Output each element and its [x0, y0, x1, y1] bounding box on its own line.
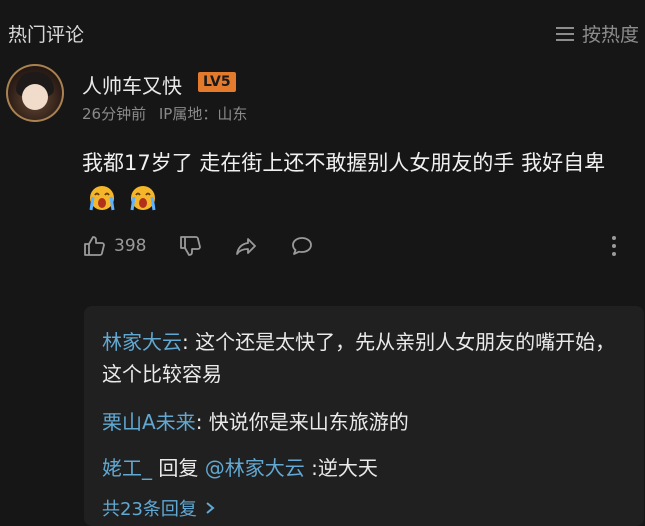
comment-body: 我都17岁了 走在街上还不敢握别人女朋友的手 我好自卑 — [82, 151, 606, 175]
thumbs-up-icon — [84, 236, 105, 256]
reply-item[interactable]: 林家大云: 这个还是太快了，先从亲别人女朋友的嘴开始，这个比较容易 — [102, 326, 622, 390]
reply-word: 回复 — [152, 456, 205, 480]
like-button[interactable]: 398 — [82, 234, 146, 258]
sort-label: 按热度 — [581, 24, 639, 46]
thumbs-down-icon — [180, 236, 202, 256]
comment-time: 26分钟前 — [82, 105, 147, 123]
level-badge: LV5 — [198, 72, 236, 92]
menu-icon — [555, 26, 574, 41]
reply-username[interactable]: 林家大云 — [102, 330, 182, 354]
more-options-icon[interactable] — [611, 234, 617, 258]
reply-item[interactable]: 栗山A未来: 快说你是来山东旅游的 — [102, 406, 622, 438]
dislike-button[interactable] — [178, 234, 202, 258]
reply-username[interactable]: 姥工_ — [102, 456, 152, 480]
chevron-right-icon — [206, 502, 215, 514]
reply-username[interactable]: 栗山A未来 — [102, 410, 196, 434]
share-button[interactable] — [234, 234, 258, 258]
more-replies-label: 共23条回复 — [102, 499, 197, 520]
sort-button[interactable]: 按热度 — [555, 20, 639, 47]
reply-text: 快说你是来山东旅游的 — [208, 410, 409, 434]
ip-location: IP属地：山东 — [158, 105, 248, 123]
comment-bubble-icon — [292, 237, 313, 255]
mention-link[interactable]: @林家大云 — [205, 456, 305, 480]
replies-box: 林家大云: 这个还是太快了，先从亲别人女朋友的嘴开始，这个比较容易 栗山A未来:… — [84, 306, 644, 526]
crying-emoji-icon — [130, 186, 156, 211]
comment-text: 我都17岁了 走在街上还不敢握别人女朋友的手 我好自卑 — [82, 146, 622, 214]
crying-emoji-icon — [89, 186, 115, 211]
comment-actions: 398 — [82, 230, 346, 262]
reply-button[interactable] — [290, 234, 314, 258]
reply-text: 逆大天 — [317, 456, 378, 480]
section-title: 热门评论 — [8, 24, 85, 46]
share-icon — [236, 238, 257, 255]
avatar[interactable] — [6, 64, 64, 122]
like-count: 398 — [114, 236, 147, 256]
comments-header: 热门评论 按热度 — [0, 0, 645, 60]
username[interactable]: 人帅车又快 — [82, 70, 182, 99]
reply-item[interactable]: 姥工_ 回复 @林家大云 :逆大天 — [102, 452, 622, 484]
comment-meta: 26分钟前 IP属地：山东 — [82, 103, 255, 124]
view-more-replies-button[interactable]: 共23条回复 — [102, 495, 217, 521]
